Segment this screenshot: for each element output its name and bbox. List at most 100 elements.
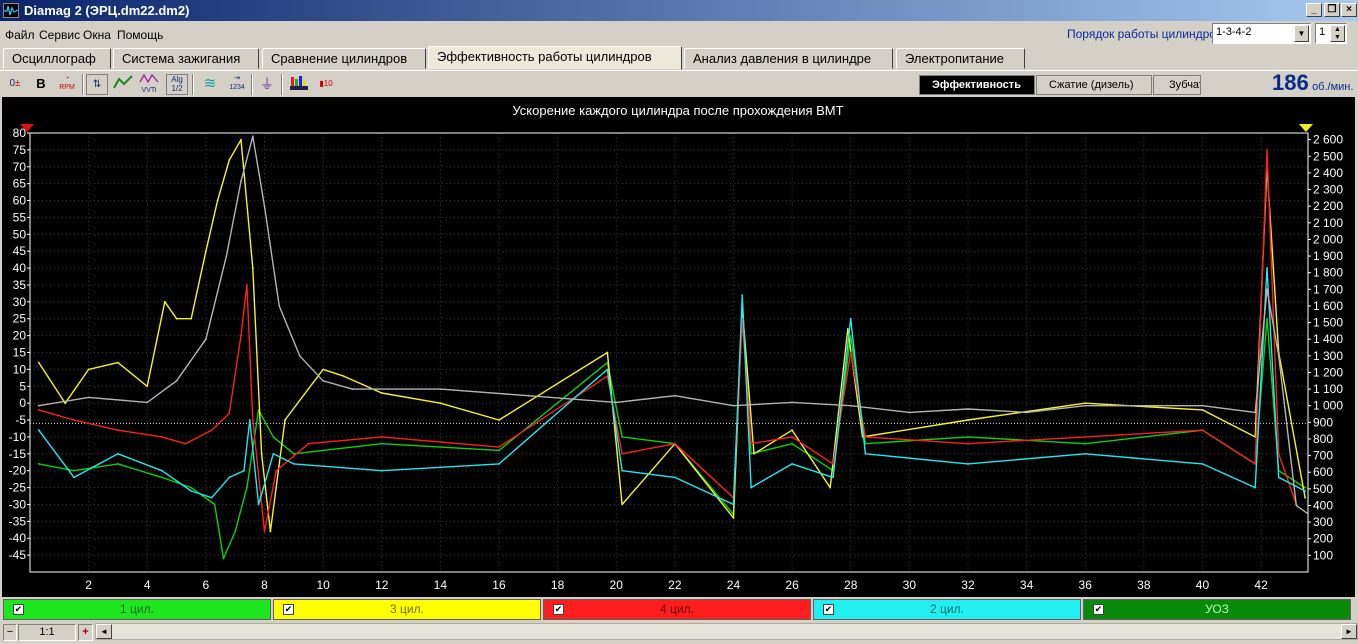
filter-icon[interactable]: ⏚ <box>256 74 278 95</box>
tab-ignition[interactable]: Система зажигания <box>113 48 259 69</box>
zoom-out-icon[interactable]: − <box>3 624 17 641</box>
y-right-tick-label: 300 <box>1313 515 1333 529</box>
menu-file[interactable]: Файл <box>5 28 35 42</box>
counter-10-icon[interactable]: ▮10 <box>315 74 337 95</box>
legend-label: 2 цил. <box>930 602 964 616</box>
y-left-tick-label: 55 <box>13 210 27 224</box>
legend-item[interactable]: ✔ 1 цил. <box>3 599 271 620</box>
sequence-1234-icon[interactable]: ⇥ 1234 <box>226 74 248 95</box>
data-point <box>967 463 969 465</box>
half-text: 1/2 <box>171 84 183 93</box>
data-point <box>272 452 275 455</box>
chart-grid <box>30 132 1308 572</box>
x-tick-label: 32 <box>961 578 975 592</box>
menu-service[interactable]: Сервис <box>39 28 80 42</box>
legend-checkbox[interactable]: ✔ <box>283 604 294 615</box>
restore-button[interactable]: ❐ <box>1324 3 1340 17</box>
subtab-efficiency[interactable]: Эффективность <box>919 75 1035 95</box>
cylinder-spin[interactable]: 1 ▲ ▼ <box>1315 23 1347 44</box>
cylinder-numbers-icon[interactable]: ⇅ <box>86 74 108 95</box>
data-point <box>1304 496 1306 499</box>
legend-label: УОЗ <box>1205 602 1229 616</box>
legend-item[interactable]: ✔ 4 цил. <box>543 599 811 620</box>
data-point <box>278 305 281 307</box>
rpm-readout: 186 об./мин. <box>1272 70 1353 96</box>
efficiency-chart[interactable]: Ускорение каждого цилиндра после прохожд… <box>2 97 1355 597</box>
legend-item[interactable]: ✔ УОЗ <box>1083 599 1351 620</box>
data-point <box>1266 267 1268 269</box>
y-left-tick-label: -35 <box>9 514 27 528</box>
data-point <box>257 503 260 506</box>
x-tick-label: 12 <box>375 578 389 592</box>
cylinder-order-select[interactable]: 1-3-4-2 ▼ <box>1212 23 1311 44</box>
legend-checkbox[interactable]: ✔ <box>823 604 834 615</box>
horizontal-scrollbar[interactable]: ◄ ► <box>95 623 1358 640</box>
data-point <box>190 486 193 489</box>
zero-level-icon[interactable]: 0± <box>4 74 26 95</box>
y-right-tick-label: 500 <box>1313 482 1333 496</box>
data-point <box>791 463 793 465</box>
y-left-tick-label: -30 <box>9 497 27 511</box>
legend-checkbox[interactable]: ✔ <box>1093 604 1104 615</box>
data-point <box>1304 486 1306 489</box>
data-point <box>674 394 676 397</box>
legend-checkbox[interactable]: ✔ <box>553 604 564 615</box>
data-point <box>117 463 119 465</box>
subtab-gear[interactable]: Зубчат <box>1153 75 1201 95</box>
tab-oscilloscope[interactable]: Осциллограф <box>3 48 111 69</box>
chevron-down-icon[interactable]: ▼ <box>1294 25 1309 42</box>
bold-b-icon[interactable]: B <box>30 74 52 95</box>
data-point <box>1084 402 1087 405</box>
data-point <box>791 442 793 445</box>
legend-checkbox[interactable]: ✔ <box>13 604 24 615</box>
rpm-gauge-icon[interactable]: ◔ RPM <box>56 74 78 95</box>
data-point <box>73 476 75 479</box>
close-button[interactable]: × <box>1341 3 1357 17</box>
scroll-right-icon[interactable]: ► <box>1341 624 1357 639</box>
data-point <box>248 419 251 421</box>
y-left-tick-label: 30 <box>13 295 27 309</box>
legend-item[interactable]: ✔ 2 цил. <box>813 599 1081 620</box>
x-tick-label: 6 <box>203 578 210 592</box>
data-point <box>967 436 969 438</box>
tab-cylinder-compare[interactable]: Сравнение цилиндров <box>262 48 426 69</box>
data-point <box>322 379 324 382</box>
chart-svg: Ускорение каждого цилиндра после прохожд… <box>9 103 1344 592</box>
algorithm-half-icon[interactable]: Alg 1/2 <box>166 74 188 95</box>
data-point <box>1084 452 1087 455</box>
x-tick-label: 26 <box>785 578 799 592</box>
menu-windows[interactable]: Окна <box>83 28 111 42</box>
vvti-text: VVTi <box>141 87 157 94</box>
menu-help[interactable]: Помощь <box>117 28 163 42</box>
x-tick-label: 34 <box>1020 578 1034 592</box>
zoom-in-icon[interactable]: + <box>78 624 93 641</box>
data-point <box>621 452 623 455</box>
bars-engine-icon[interactable] <box>288 74 310 95</box>
scroll-left-icon[interactable]: ◄ <box>96 624 112 639</box>
data-point <box>161 436 163 438</box>
subtab-compression[interactable]: Сжатие (дизель) <box>1036 75 1152 95</box>
x-tick-label: 2 <box>85 578 92 592</box>
y-left-tick-label: -10 <box>9 430 27 444</box>
waveform-icon[interactable]: ≋ <box>199 74 221 95</box>
legend-label: 4 цил. <box>660 602 694 616</box>
tab-cylinder-pressure[interactable]: Анализ давления в цилиндре <box>684 48 893 69</box>
right-cursor-marker[interactable] <box>1299 124 1313 132</box>
tab-power-supply[interactable]: Электропитание <box>896 48 1025 69</box>
spin-arrows-icon[interactable]: ▲ ▼ <box>1330 25 1345 42</box>
rpm-unit: об./мин. <box>1312 81 1354 93</box>
x-tick-label: 18 <box>551 578 565 592</box>
x-tick-label: 4 <box>144 578 151 592</box>
vvti-icon[interactable]: VVTi <box>138 73 160 95</box>
data-point <box>621 469 623 472</box>
y-right-tick-label: 1 300 <box>1313 349 1343 363</box>
legend-bar: ✔ 1 цил. ✔ 3 цил. ✔ 4 цил. ✔ 2 цил. ✔ УОЗ <box>0 598 1358 621</box>
series-line-3 <box>38 149 1297 533</box>
y-left-tick-label: 15 <box>13 346 27 360</box>
tab-cylinder-efficiency[interactable]: Эффективность работы цилиндров <box>428 46 682 70</box>
minimize-button[interactable]: _ <box>1306 3 1322 17</box>
y-left-tick-label: 50 <box>13 227 27 241</box>
data-point <box>225 255 228 257</box>
legend-item[interactable]: ✔ 3 цил. <box>273 599 541 620</box>
line-mode-icon[interactable] <box>112 74 134 95</box>
